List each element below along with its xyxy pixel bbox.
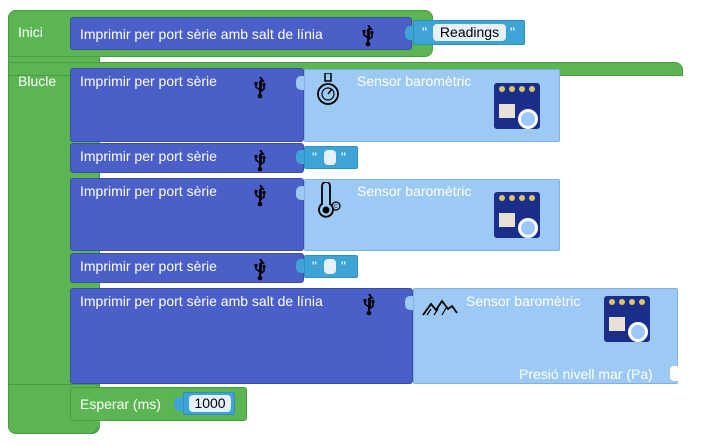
print-line-label: Imprimir per port sèrie amb salt de líni…	[80, 26, 323, 42]
print-label-2: Imprimir per port sèrie	[80, 148, 217, 164]
quote-open: "	[422, 24, 427, 40]
sea-level-pressure-label: Presió nivell mar (Pa)	[519, 366, 653, 382]
print-label-4: Imprimir per port sèrie	[80, 258, 217, 274]
quote-open: "	[312, 258, 317, 274]
quote-open: "	[312, 149, 317, 165]
bmp180-sensor-icon	[494, 192, 540, 238]
usb-icon	[254, 259, 266, 281]
print-label-3: Imprimir per port sèrie	[80, 183, 217, 199]
text-field-empty-2[interactable]	[324, 259, 336, 274]
bmp180-sensor-icon	[604, 296, 650, 342]
sensor-label-1: Sensor baromètric	[357, 73, 472, 89]
print-line-label-loop: Imprimir per port sèrie amb salt de líni…	[80, 293, 323, 309]
mountain-icon	[422, 299, 458, 316]
quote-close: "	[341, 149, 346, 165]
wait-label: Esperar (ms)	[80, 396, 161, 412]
block-notch	[84, 421, 100, 427]
quote-close: "	[510, 24, 515, 40]
sea-level-input-socket[interactable]	[670, 366, 678, 381]
loop-label: Blucle	[18, 73, 57, 89]
block-notch	[24, 434, 38, 439]
text-field-empty-1[interactable]	[324, 150, 336, 165]
bmp180-sensor-icon	[494, 83, 540, 129]
svg-text:C: C	[334, 204, 338, 210]
usb-icon	[254, 150, 266, 172]
print-label-1: Imprimir per port sèrie	[80, 73, 217, 89]
thermometer-icon: C	[318, 182, 341, 218]
wait-value-field[interactable]: 1000	[189, 395, 231, 412]
usb-icon	[362, 25, 374, 47]
quote-close: "	[341, 258, 346, 274]
text-field-readings[interactable]: Readings	[433, 24, 506, 41]
usb-icon	[254, 185, 266, 207]
usb-icon	[363, 294, 375, 316]
pressure-gauge-icon	[317, 73, 339, 105]
sensor-label-3: Sensor baromètric	[357, 183, 472, 199]
usb-icon	[254, 77, 266, 99]
setup-label: Inici	[18, 24, 43, 40]
sensor-label-5: Sensor baromètric	[466, 293, 581, 309]
